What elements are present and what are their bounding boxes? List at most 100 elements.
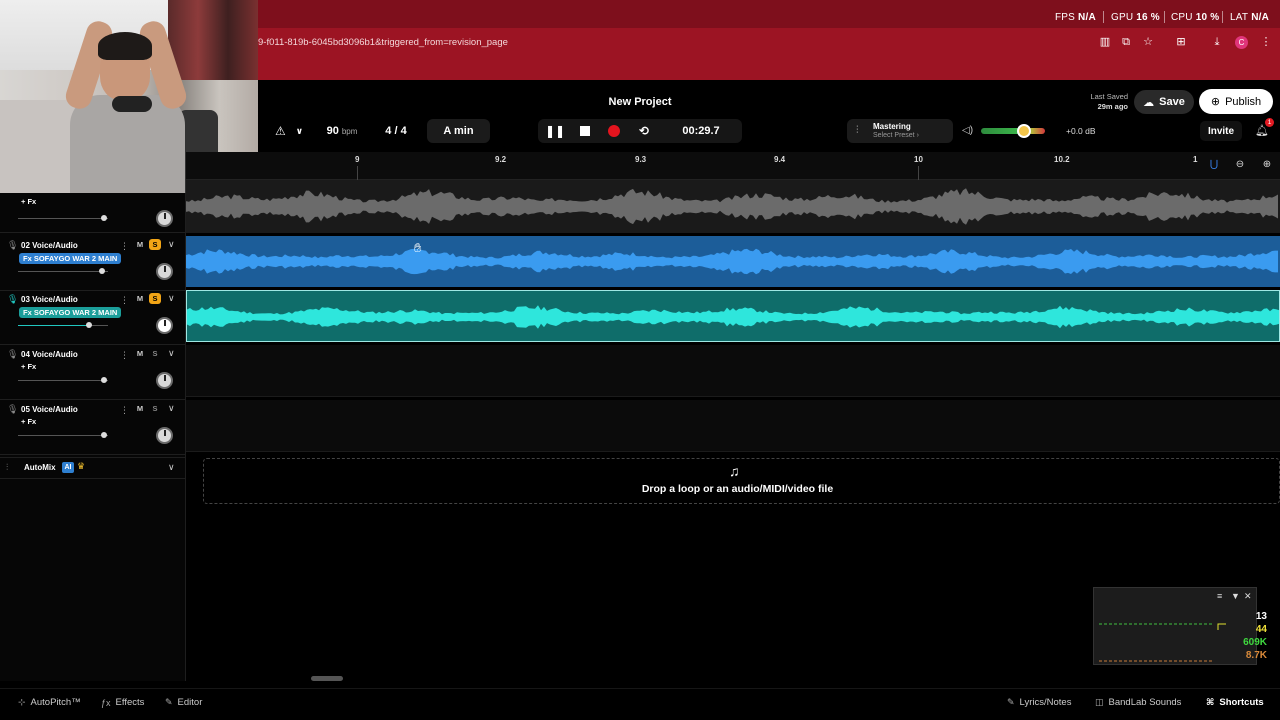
volume-fader[interactable] <box>18 218 108 219</box>
track-lane-2[interactable] <box>186 236 1280 287</box>
volume-fader[interactable] <box>18 271 108 272</box>
add-fx-button[interactable]: + Fx <box>21 417 36 426</box>
publish-button[interactable]: ⊕ Publish <box>1199 89 1273 114</box>
track-name[interactable]: 02 Voice/Audio <box>21 241 78 250</box>
snap-magnet-icon[interactable]: ⋃ <box>1208 159 1220 171</box>
autopitch-button[interactable]: ⊹ AutoPitch™ <box>18 697 81 708</box>
save-button[interactable]: ☁ Save <box>1134 90 1194 114</box>
track-name[interactable]: 03 Voice/Audio <box>21 295 78 304</box>
lyrics-notes-button[interactable]: ✎ Lyrics/Notes <box>1007 697 1071 708</box>
volume-fader[interactable] <box>18 325 108 326</box>
solo-button[interactable]: S <box>149 348 161 359</box>
track-lane-1[interactable] <box>186 180 1280 233</box>
pan-knob[interactable] <box>156 263 173 280</box>
loop-button[interactable]: ⟲ <box>634 119 654 143</box>
globe-icon: ⊕ <box>1210 96 1221 108</box>
reader-mode-icon[interactable]: ▥ <box>1098 35 1112 49</box>
volume-fader-handle[interactable] <box>101 377 107 383</box>
chevron-down-icon[interactable]: ∨ <box>168 239 175 250</box>
track-header-2[interactable]: 🎙︎ 02 Voice/Audio ⋮ M S ∨ Fx SOFAYGO WAR… <box>0 236 186 291</box>
zoom-in-icon[interactable]: ⊕ <box>1261 159 1273 171</box>
track-lane-3[interactable] <box>186 290 1280 342</box>
track-menu-icon[interactable]: ⋮ <box>120 350 129 361</box>
cloud-upload-icon: ☁ <box>1143 96 1155 109</box>
chevron-down-icon[interactable]: ∨ <box>168 348 175 359</box>
track-header-4[interactable]: 🎙︎ 04 Voice/Audio ⋮ M S ∨ + Fx <box>0 345 186 400</box>
mastering-button[interactable]: ⫶ Mastering Select Preset › <box>847 119 953 143</box>
volume-fader[interactable] <box>18 435 108 436</box>
track-header-1[interactable]: + Fx <box>0 180 186 233</box>
pause-button[interactable]: ❚❚ <box>545 119 565 143</box>
effects-button[interactable]: ƒx Effects <box>101 697 144 708</box>
bookmark-star-icon[interactable]: ☆ <box>1141 35 1155 49</box>
track-header-3[interactable]: 🎙︎ 03 Voice/Audio ⋮ M S ∨ Fx SOFAYGO WAR… <box>0 290 186 345</box>
triangle-down-icon[interactable]: ▼ <box>1231 591 1240 601</box>
ruler-tick: 9.2 <box>495 155 507 164</box>
volume-fader-handle[interactable] <box>86 322 92 328</box>
chevron-down-icon[interactable]: ∨ <box>168 403 175 414</box>
timeline-ruler[interactable] <box>186 152 1280 180</box>
fx-preset-chip[interactable]: Fx SOFAYGO WAR 2 MAIN <box>19 253 122 264</box>
track-name[interactable]: 04 Voice/Audio <box>21 350 78 359</box>
shortcuts-button[interactable]: ⌘ Shortcuts <box>1206 697 1264 708</box>
speaker-icon[interactable]: ◁) <box>962 125 973 136</box>
track-lane-5[interactable] <box>186 400 1280 452</box>
pan-knob[interactable] <box>156 210 173 227</box>
mute-button[interactable]: M <box>135 294 145 303</box>
key-field[interactable]: A min <box>427 119 490 143</box>
solo-button[interactable]: S <box>149 239 161 250</box>
add-fx-button[interactable]: + Fx <box>21 362 36 371</box>
master-volume-slider[interactable] <box>981 128 1045 134</box>
ruler-tick: 1 <box>1193 155 1198 164</box>
horizontal-scrollbar[interactable] <box>311 676 343 681</box>
fx-preset-chip[interactable]: Fx SOFAYGO WAR 2 MAIN <box>19 307 122 318</box>
add-fx-button[interactable]: + Fx <box>21 197 36 206</box>
address-bar-url[interactable]: 9-f011-819b-6045bd3096b1&triggered_from=… <box>258 37 508 48</box>
pan-knob[interactable] <box>156 372 173 389</box>
extension-icon[interactable]: ⊞ <box>1174 35 1188 49</box>
solo-button[interactable]: S <box>149 293 161 304</box>
stop-button[interactable] <box>575 119 595 143</box>
menu-icon[interactable]: ≡ <box>1217 591 1222 601</box>
pan-knob[interactable] <box>156 317 173 334</box>
track-menu-icon[interactable]: ⋮ <box>120 405 129 416</box>
editor-button[interactable]: ✎ Editor <box>165 697 202 708</box>
tempo-field[interactable]: 90 bpm <box>317 119 367 143</box>
download-icon[interactable]: ⤓ <box>1210 35 1224 49</box>
volume-fader-handle[interactable] <box>101 432 107 438</box>
overlay-value: 44 <box>1255 624 1267 635</box>
invite-button[interactable]: Invite <box>1200 121 1242 141</box>
cpu-readout: CPU 10 % <box>1171 12 1220 23</box>
mute-button[interactable]: M <box>135 240 145 249</box>
hand-cursor-icon: ✋︎ <box>414 240 422 255</box>
track-header-5[interactable]: 🎙︎ 05 Voice/Audio ⋮ M S ∨ + Fx <box>0 400 186 455</box>
chevron-down-icon[interactable]: ∨ <box>168 293 175 304</box>
track-name[interactable]: 05 Voice/Audio <box>21 405 78 414</box>
last-saved-status: Last Saved 29m ago <box>1090 92 1128 111</box>
volume-fader-handle[interactable] <box>99 268 105 274</box>
time-signature-field[interactable]: 4 / 4 <box>374 119 418 143</box>
metronome-button[interactable]: ⚠ ∨ <box>266 119 312 143</box>
browser-menu-icon[interactable]: ⋮ <box>1259 35 1273 49</box>
automix-row[interactable]: ⫶ AutoMix AI ♛ ∨ <box>0 457 186 479</box>
record-button[interactable] <box>604 119 624 143</box>
master-volume-handle[interactable] <box>1017 124 1031 138</box>
zoom-out-icon[interactable]: ⊖ <box>1234 159 1246 171</box>
solo-button[interactable]: S <box>149 403 161 414</box>
volume-fader[interactable] <box>18 380 108 381</box>
gpu-readout: GPU 16 % <box>1111 12 1160 23</box>
bandlab-sounds-button[interactable]: ◫ BandLab Sounds <box>1095 697 1181 708</box>
cast-icon[interactable]: ⧉ <box>1119 35 1133 49</box>
track-lane-4[interactable] <box>186 345 1280 397</box>
profile-avatar[interactable]: C <box>1235 36 1249 50</box>
mute-button[interactable]: M <box>135 404 145 413</box>
chevron-down-icon[interactable]: ∨ <box>168 462 175 473</box>
close-icon[interactable]: ✕ <box>1244 591 1252 602</box>
drop-zone[interactable] <box>203 458 1280 504</box>
volume-fader-handle[interactable] <box>101 215 107 221</box>
pan-knob[interactable] <box>156 427 173 444</box>
project-title[interactable]: New Project <box>0 96 1280 108</box>
mute-button[interactable]: M <box>135 349 145 358</box>
track-menu-icon[interactable]: ⋮ <box>120 295 129 306</box>
track-menu-icon[interactable]: ⋮ <box>120 241 129 252</box>
